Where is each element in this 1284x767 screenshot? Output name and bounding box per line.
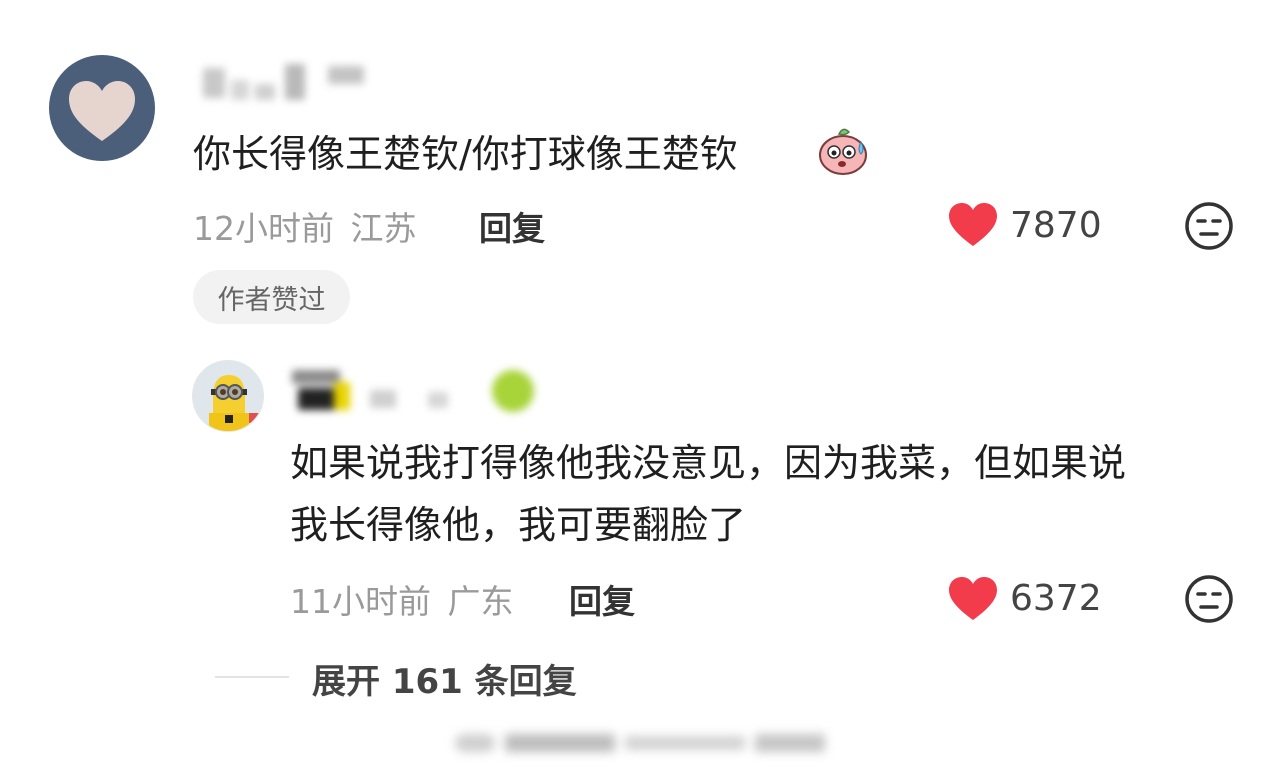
comment-text-1: 你长得像王楚钦/你打球像王楚钦 [193, 127, 738, 181]
sweating-face-icon [817, 124, 869, 176]
comment-meta-1: 12小时前 江苏 [193, 202, 417, 250]
like-count: 7870 [1010, 205, 1102, 246]
heart-avatar-image [69, 81, 135, 141]
meh-face-icon[interactable] [1184, 574, 1234, 624]
comment-text: 你长得像王楚钦/你打球像王楚钦 [193, 132, 738, 176]
like-count: 6372 [1010, 578, 1102, 619]
meh-face-icon[interactable] [1184, 201, 1234, 251]
username-blurred-2[interactable] [288, 362, 538, 417]
reply-button[interactable]: 回复 [569, 575, 635, 623]
expand-divider [215, 676, 289, 678]
minion-avatar-image [193, 361, 263, 431]
reply-button[interactable]: 回复 [479, 202, 545, 250]
blurred-watermark [455, 728, 830, 758]
comment-time: 11小时前 [290, 582, 431, 621]
heart-icon[interactable] [947, 576, 999, 622]
comment-location: 广东 [447, 582, 514, 621]
author-liked-badge: 作者赞过 [193, 270, 350, 324]
username-blurred-1[interactable] [193, 60, 373, 105]
comment-location: 江苏 [350, 209, 417, 248]
comment-meta-2: 11小时前 广东 [290, 575, 514, 623]
comment-text-2-line-1: 如果说我打得像他我没意见，因为我菜，但如果说 [290, 441, 1127, 485]
comment-text-2-line-2: 我长得像他，我可要翻脸了 [290, 503, 747, 547]
comment-time: 12小时前 [193, 209, 334, 248]
heart-icon[interactable] [947, 202, 999, 248]
avatar-commenter-1[interactable] [49, 55, 155, 161]
expand-replies-button[interactable]: 展开 161 条回复 [312, 654, 577, 703]
avatar-commenter-2[interactable] [192, 360, 264, 432]
